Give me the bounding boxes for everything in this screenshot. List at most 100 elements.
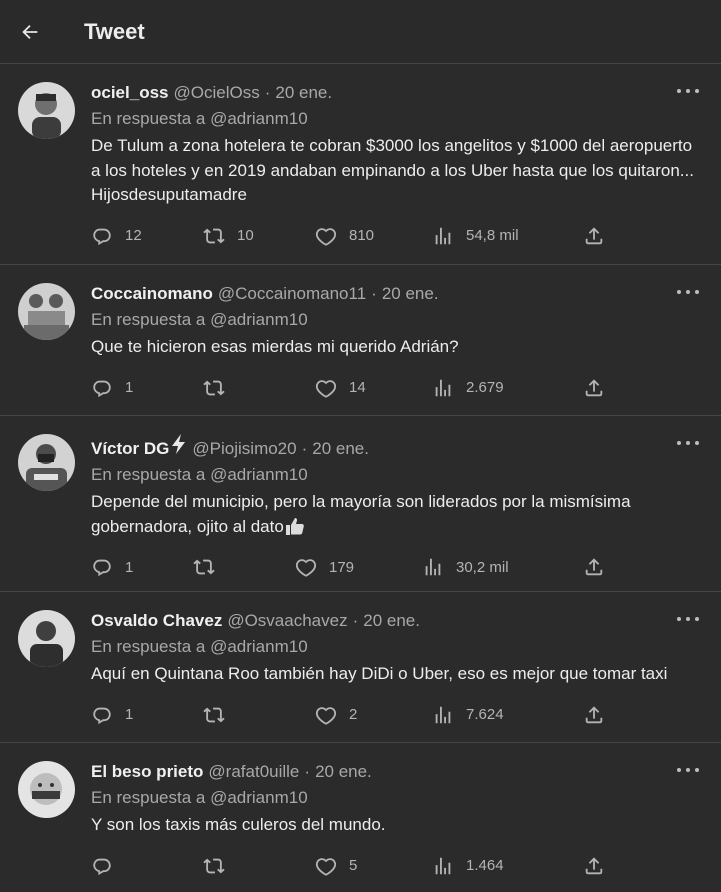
avatar[interactable] <box>18 761 75 818</box>
user-handle[interactable]: @Osvaachavez <box>227 610 347 632</box>
lightning-bolt-icon <box>172 434 186 454</box>
arrow-left-icon <box>22 24 38 39</box>
dot-icon <box>686 617 690 621</box>
display-name[interactable]: Osvaldo Chavez <box>91 610 222 632</box>
avatar[interactable] <box>18 434 75 491</box>
like-button[interactable]: 2 <box>315 703 357 727</box>
bar-chart-icon <box>435 706 451 723</box>
retweet-icon <box>203 380 225 395</box>
share-button[interactable] <box>583 703 605 727</box>
retweet-count: 10 <box>237 227 254 244</box>
more-options-button[interactable] <box>677 612 699 626</box>
user-handle[interactable]: @Piojisimo20 <box>192 438 296 460</box>
reply-context[interactable]: En respuesta a @adrianm10 <box>91 309 701 331</box>
tweet-reply[interactable]: Víctor DG @Piojisimo20 · 20 ene. En resp… <box>0 416 721 592</box>
like-count: 2 <box>349 706 358 723</box>
share-button[interactable] <box>583 376 605 400</box>
tweet-date[interactable]: 20 ene. <box>315 761 372 783</box>
heart-icon <box>315 227 337 246</box>
dot-icon <box>677 89 681 93</box>
more-options-button[interactable] <box>677 285 699 299</box>
reply-button[interactable]: 12 <box>91 224 142 248</box>
like-button[interactable]: 5 <box>315 854 357 878</box>
reply-icon <box>93 228 111 245</box>
reply-context[interactable]: En respuesta a @adrianm10 <box>91 636 701 658</box>
more-options-button[interactable] <box>677 436 699 450</box>
top-bar: Tweet <box>0 0 721 64</box>
reply-button[interactable]: 1 <box>91 703 133 727</box>
tweet-reply[interactable]: ociel_oss @OcielOss · 20 ene. En respues… <box>0 64 721 265</box>
retweet-button[interactable] <box>203 854 237 878</box>
user-handle[interactable]: @Coccainomano11 <box>218 283 366 305</box>
share-button[interactable] <box>583 224 605 248</box>
user-handle[interactable]: @OcielOss <box>174 82 260 104</box>
reply-icon <box>93 380 111 397</box>
tweet-date[interactable]: 20 ene. <box>382 283 439 305</box>
share-icon <box>585 226 603 244</box>
share-button[interactable] <box>583 854 605 878</box>
dot-icon <box>686 768 690 772</box>
tweet-text: Aquí en Quintana Roo también hay DiDi o … <box>91 664 668 683</box>
like-button[interactable]: 14 <box>315 376 366 400</box>
reply-button[interactable] <box>91 854 125 878</box>
heart-icon <box>315 379 337 398</box>
tweet-reply[interactable]: Osvaldo Chavez @Osvaachavez · 20 ene. En… <box>0 592 721 743</box>
reply-count: 1 <box>125 379 134 396</box>
avatar[interactable] <box>18 283 75 340</box>
display-name[interactable]: Coccainomano <box>91 283 213 305</box>
tweet-actions: 12 10 810 54,8 mil <box>91 216 701 256</box>
bar-chart-icon <box>435 857 451 874</box>
reply-context[interactable]: En respuesta a @adrianm10 <box>91 464 701 486</box>
tweet-text: Que te hicieron esas mierdas mi querido … <box>91 337 459 356</box>
back-button[interactable] <box>0 8 60 56</box>
like-count: 5 <box>349 857 358 874</box>
retweet-button[interactable] <box>203 703 237 727</box>
tweet-date[interactable]: 20 ene. <box>312 438 369 460</box>
separator: · <box>304 762 311 781</box>
dot-icon <box>686 290 690 294</box>
tweet-reply[interactable]: El beso prieto @rafat0uille · 20 ene. En… <box>0 743 721 892</box>
reply-button[interactable]: 1 <box>91 376 133 400</box>
retweet-icon <box>203 858 225 873</box>
bar-chart-icon <box>435 379 451 396</box>
more-options-button[interactable] <box>677 84 699 98</box>
views-button[interactable]: 1.464 <box>432 854 504 878</box>
views-button[interactable]: 7.624 <box>432 703 504 727</box>
user-handle[interactable]: @rafat0uille <box>208 761 299 783</box>
dot-icon <box>677 617 681 621</box>
dot-icon <box>677 441 681 445</box>
views-button[interactable]: 30,2 mil <box>422 555 509 579</box>
separator: · <box>352 611 359 630</box>
share-button[interactable] <box>583 555 605 579</box>
retweet-button[interactable] <box>193 555 227 579</box>
tweet-date[interactable]: 20 ene. <box>363 610 420 632</box>
display-name[interactable]: ociel_oss <box>91 82 169 104</box>
separator: · <box>301 439 308 458</box>
like-button[interactable]: 179 <box>295 555 354 579</box>
dot-icon <box>695 441 699 445</box>
reply-context[interactable]: En respuesta a @adrianm10 <box>91 108 701 130</box>
views-button[interactable]: 54,8 mil <box>432 224 519 248</box>
share-icon <box>585 705 603 723</box>
like-count: 14 <box>349 379 366 396</box>
tweet-actions: 1 179 30,2 mil <box>91 547 701 587</box>
display-name[interactable]: El beso prieto <box>91 761 203 783</box>
like-button[interactable]: 810 <box>315 224 374 248</box>
reply-button[interactable]: 1 <box>91 555 133 579</box>
retweet-button[interactable] <box>203 376 237 400</box>
view-count: 54,8 mil <box>466 227 519 244</box>
tweet-date[interactable]: 20 ene. <box>275 82 332 104</box>
avatar[interactable] <box>18 610 75 667</box>
bar-chart-icon <box>425 558 441 576</box>
share-icon <box>585 856 603 874</box>
reply-context[interactable]: En respuesta a @adrianm10 <box>91 787 701 809</box>
avatar[interactable] <box>18 82 75 139</box>
tweet-reply[interactable]: Coccainomano @Coccainomano11 · 20 ene. E… <box>0 265 721 416</box>
more-options-button[interactable] <box>677 763 699 777</box>
view-count: 7.624 <box>466 706 504 723</box>
display-name[interactable]: Víctor DG <box>91 438 169 460</box>
tweet-actions: 1 2 7.624 <box>91 695 701 735</box>
dot-icon <box>686 441 690 445</box>
retweet-button[interactable]: 10 <box>203 224 254 248</box>
views-button[interactable]: 2.679 <box>432 376 504 400</box>
